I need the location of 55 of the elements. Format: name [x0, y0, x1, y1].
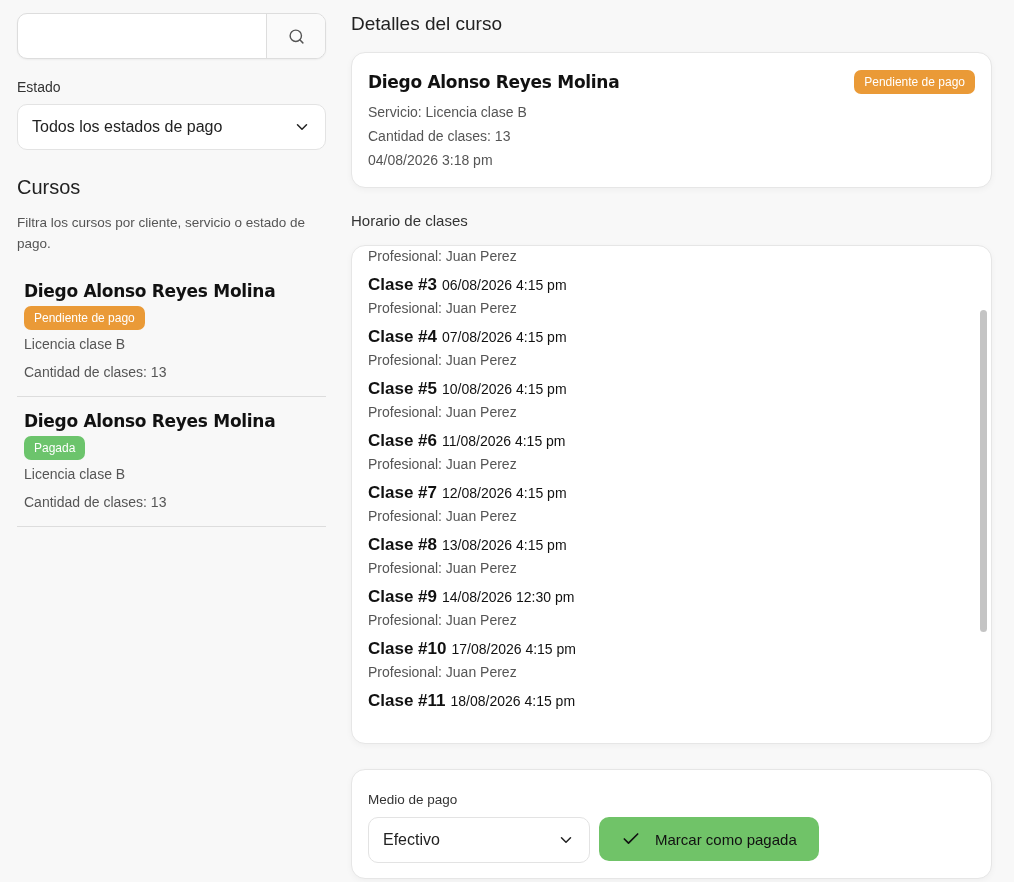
search-icon	[287, 27, 305, 45]
courses-heading: Cursos	[17, 176, 82, 199]
class-professional: Profesional: Juan Perez	[368, 507, 518, 526]
class-number: Clase #8	[368, 535, 437, 555]
class-date: 17/08/2026 4:15 pm	[451, 641, 576, 657]
class-date: 12/08/2026 4:15 pm	[442, 485, 567, 501]
class-number: Clase #5	[368, 379, 437, 399]
class-professional: Profesional: Juan Perez	[368, 299, 518, 318]
payment-method-label: Medio de pago	[368, 791, 459, 809]
details-client-name: Diego Alonso Reyes Molina	[368, 72, 620, 92]
course-list-item[interactable]: Diego Alonso Reyes Molina Pendiente de pago Licencia clase B Cantidad de clases: 13	[17, 267, 326, 397]
mark-paid-button[interactable]: Marcar como pagada	[599, 817, 819, 861]
details-service: Servicio: Licencia clase B	[368, 103, 528, 122]
class-professional: Profesional: Juan Perez	[368, 247, 518, 266]
class-date: 18/08/2026 4:15 pm	[450, 693, 576, 709]
class-professional: Profesional: Juan Perez	[368, 559, 518, 578]
course-client-name: Diego Alonso Reyes Molina	[24, 411, 276, 431]
details-class-count: Cantidad de clases: 13	[368, 127, 512, 146]
class-number: Clase #10	[368, 639, 447, 659]
class-number: Clase #9	[368, 587, 437, 607]
class-date: 07/08/2026 4:15 pm	[442, 329, 567, 345]
course-client-name: Diego Alonso Reyes Molina	[24, 281, 276, 301]
courses-description: Filtra los cursos por cliente, servicio o estado de pago.	[17, 214, 307, 253]
class-professional: Profesional: Juan Perez	[368, 611, 518, 630]
class-professional: Profesional: Juan Perez	[368, 663, 518, 682]
class-date: 14/08/2026 12:30 pm	[442, 589, 575, 605]
course-service: Licencia clase B	[24, 465, 126, 484]
search-field[interactable]	[17, 13, 326, 59]
class-number: Clase #3	[368, 275, 437, 295]
scrollbar-thumb[interactable]	[980, 310, 987, 632]
course-class-count: Cantidad de clases: 13	[24, 363, 167, 382]
status-filter-dropdown[interactable]: Todos los estados de pago	[17, 104, 326, 150]
class-number: Clase #6	[368, 431, 437, 451]
status-badge: Pagada	[24, 436, 86, 460]
status-badge: Pendiente de pago	[854, 70, 975, 94]
payment-method-dropdown[interactable]: Efectivo	[368, 817, 590, 863]
course-service: Licencia clase B	[24, 335, 126, 354]
class-date: 11/08/2026 4:15 pm	[442, 433, 566, 449]
course-list-item[interactable]: Diego Alonso Reyes Molina Pagada Licencia clase B Cantidad de clases: 13	[17, 397, 326, 527]
class-professional: Profesional: Juan Perez	[368, 403, 518, 422]
class-date: 06/08/2026 4:15 pm	[442, 277, 567, 293]
status-badge: Pendiente de pago	[24, 306, 145, 330]
status-filter-label: Estado	[17, 79, 62, 95]
class-date: 13/08/2026 4:15 pm	[442, 537, 567, 553]
details-date: 04/08/2026 3:18 pm	[368, 151, 494, 170]
class-number: Clase #4	[368, 327, 437, 347]
class-number: Clase #7	[368, 483, 437, 503]
course-class-count: Cantidad de clases: 13	[24, 493, 167, 512]
search-button[interactable]	[266, 14, 325, 58]
class-date: 10/08/2026 4:15 pm	[442, 381, 567, 397]
class-number: Clase #11	[368, 691, 446, 711]
schedule-heading: Horario de clases	[351, 212, 469, 229]
class-professional: Profesional: Juan Perez	[368, 351, 518, 370]
class-professional: Profesional: Juan Perez	[368, 455, 518, 474]
details-heading: Detalles del curso	[351, 13, 504, 35]
